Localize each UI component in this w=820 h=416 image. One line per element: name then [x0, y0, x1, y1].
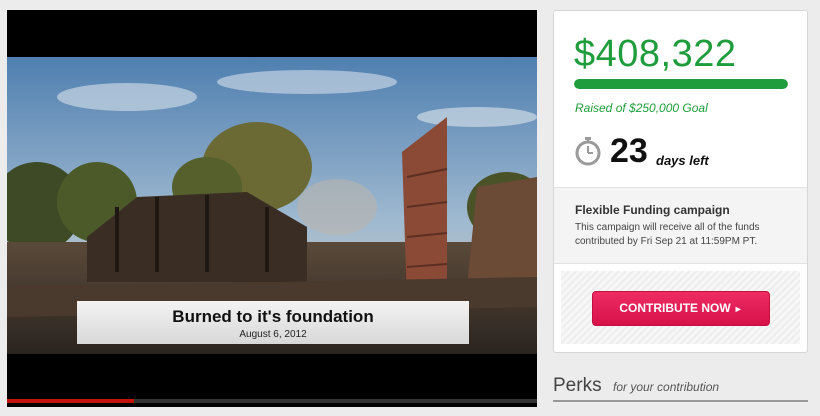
- caption-title: Burned to it's foundation: [172, 307, 374, 326]
- funding-info: Flexible Funding campaign This campaign …: [554, 187, 807, 264]
- video-progress-fill: [7, 399, 135, 403]
- raised-amount: $408,322: [574, 33, 737, 75]
- cloud: [217, 70, 397, 94]
- days-left-label: days left: [656, 153, 709, 168]
- funding-panel: $408,322 Raised of $250,000 Goal 23 days…: [553, 10, 808, 353]
- play-arrow-icon: ►: [733, 304, 743, 314]
- perks-subtitle: for your contribution: [613, 380, 720, 394]
- funding-title: Flexible Funding campaign: [575, 203, 730, 217]
- video-player[interactable]: Burned to it's foundation August 6, 2012: [7, 10, 537, 407]
- video-caption: Burned to it's foundation August 6, 2012: [77, 301, 469, 344]
- goal-progress-bar: [574, 79, 788, 89]
- days-left-number: 23: [610, 132, 648, 170]
- smoke: [297, 179, 377, 235]
- video-progress-bar[interactable]: [7, 399, 537, 403]
- cloud: [417, 107, 537, 127]
- contribute-button-label: CONTRIBUTE NOW: [619, 301, 731, 315]
- stopwatch-icon: [575, 137, 601, 166]
- perks-title: Perks: [553, 375, 602, 396]
- contribute-now-button[interactable]: CONTRIBUTE NOW ►: [592, 291, 770, 326]
- caption-date: August 6, 2012: [239, 329, 307, 340]
- contribute-area: CONTRIBUTE NOW ►: [561, 271, 800, 344]
- funding-description: This campaign will receive all of the fu…: [575, 222, 760, 247]
- goal-progress-fill: [574, 79, 788, 89]
- cloud: [57, 83, 197, 111]
- perks-header: Perks for your contribution: [553, 370, 808, 402]
- goal-text: Raised of $250,000 Goal: [575, 101, 708, 115]
- ruins-right: [467, 177, 537, 287]
